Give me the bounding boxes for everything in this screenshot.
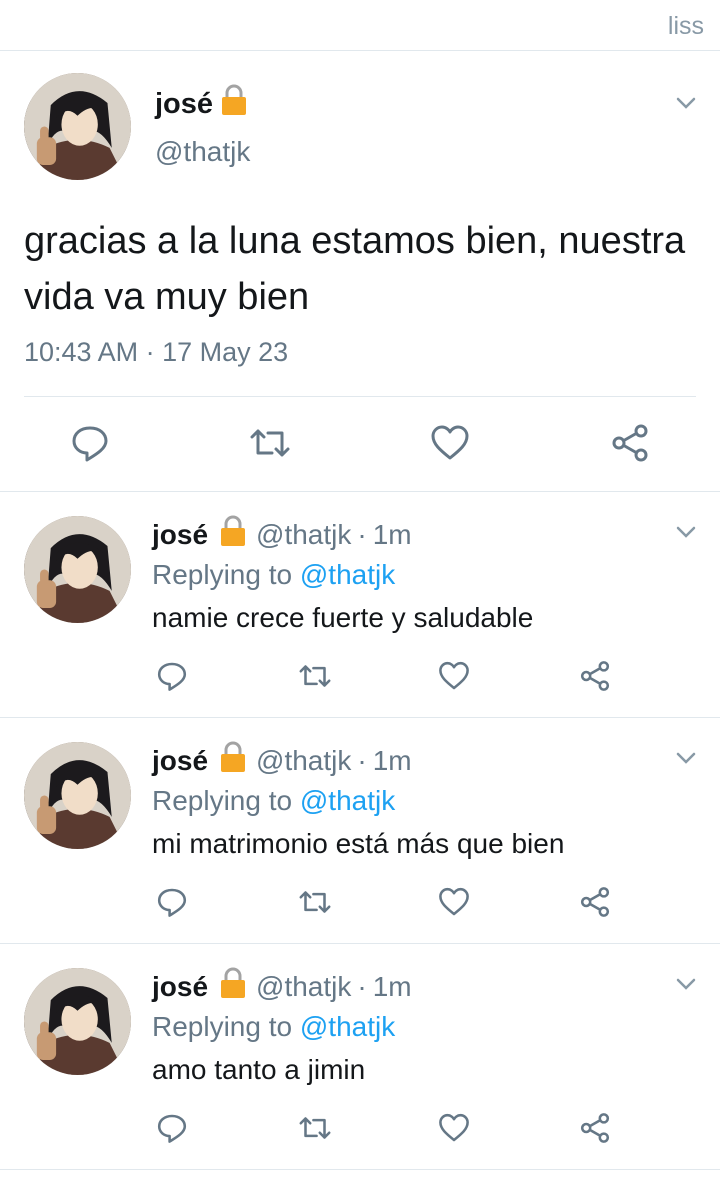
reply-header: josé @thatjk · 1m [152,514,412,555]
share-icon [580,887,610,917]
retweet-icon [299,891,331,913]
share-button[interactable] [579,660,611,692]
avatar-image [24,516,131,623]
reply-time[interactable]: 1m [373,745,412,777]
retweet-button[interactable] [296,1112,334,1144]
avatar-image [24,742,131,849]
like-icon [431,425,469,460]
share-icon [612,424,648,462]
reply-button[interactable] [156,886,188,918]
mention-link[interactable]: @thatjk [300,559,395,590]
main-tweet: josé @thatjk gracias a la luna estamos b… [0,51,720,492]
author-name[interactable]: josé [152,519,208,551]
chevron-down-icon[interactable] [676,93,696,113]
mention-link[interactable]: @thatjk [300,785,395,816]
divider [24,396,696,397]
separator-dot: · [357,518,367,550]
author-name[interactable]: josé [152,971,208,1003]
replying-to-label: Replying to [152,559,293,590]
chevron-down-icon[interactable] [676,748,696,768]
replying-to: Replying to @thatjk [152,1011,395,1043]
avatar[interactable] [24,968,131,1075]
top-bar: liss [0,0,720,51]
tweet-text: gracias a la luna estamos bien, nuestra … [24,220,686,318]
retweet-icon [299,1117,331,1139]
like-button[interactable] [438,660,470,692]
reply-icon [157,1114,187,1143]
lock-icon [219,83,249,125]
chevron-down-icon[interactable] [676,974,696,994]
reply-tweet[interactable]: josé @thatjk · 1m Replying to @thatjk mi… [0,718,720,944]
lock-icon [218,514,248,555]
replying-to-label: Replying to [152,785,293,816]
avatar[interactable] [24,742,131,849]
retweet-icon [250,429,290,457]
reply-text: amo tanto a jimin [152,1054,366,1085]
share-button[interactable] [579,886,611,918]
reply-tweet[interactable]: josé @thatjk · 1m Replying to @thatjk am… [0,944,720,1170]
replying-to-label: Replying to [152,1011,293,1042]
share-button[interactable] [610,423,650,463]
author-handle[interactable]: @thatjk [155,136,250,168]
like-button[interactable] [438,1112,470,1144]
lock-icon [218,740,248,781]
reply-button[interactable] [156,660,188,692]
reply-button[interactable] [70,423,110,463]
share-icon [580,1113,610,1143]
reply-time[interactable]: 1m [373,971,412,1003]
share-button[interactable] [579,1112,611,1144]
replying-to: Replying to @thatjk [152,559,395,591]
avatar-image [24,968,131,1075]
like-icon [439,661,469,690]
lock-icon [218,966,248,1007]
reply-header: josé @thatjk · 1m [152,740,412,781]
like-button[interactable] [438,886,470,918]
like-icon [439,1113,469,1142]
author-handle[interactable]: @thatjk [256,971,351,1003]
chevron-down-icon[interactable] [676,522,696,542]
like-icon [439,887,469,916]
retweet-button[interactable] [246,423,294,463]
reply-tweet[interactable]: josé @thatjk · 1m Replying to @thatjk na… [0,492,720,718]
author-handle[interactable]: @thatjk [256,745,351,777]
reply-icon [157,888,187,917]
reply-text: namie crece fuerte y saludable [152,602,534,633]
replying-to: Replying to @thatjk [152,785,395,817]
reply-icon [72,426,108,462]
reply-button[interactable] [156,1112,188,1144]
reply-header: josé @thatjk · 1m [152,966,412,1007]
reply-text: mi matrimonio está más que bien [152,828,565,859]
retweet-button[interactable] [296,886,334,918]
retweet-icon [299,665,331,687]
author-name[interactable]: josé [155,88,213,121]
mention-link[interactable]: @thatjk [300,1011,395,1042]
avatar-image [24,73,131,180]
like-button[interactable] [430,423,470,463]
share-icon [580,661,610,691]
tweet-timestamp[interactable]: 10:43 AM · 17 May 23 [24,337,288,368]
reply-time[interactable]: 1m [373,519,412,551]
separator-dot: · [357,970,367,1002]
reply-icon [157,662,187,691]
avatar[interactable] [24,516,131,623]
author-handle[interactable]: @thatjk [256,519,351,551]
watermark-text: liss [667,12,704,40]
retweet-button[interactable] [296,660,334,692]
separator-dot: · [357,744,367,776]
avatar[interactable] [24,73,131,180]
author-name-row[interactable]: josé [155,83,249,125]
author-name[interactable]: josé [152,745,208,777]
